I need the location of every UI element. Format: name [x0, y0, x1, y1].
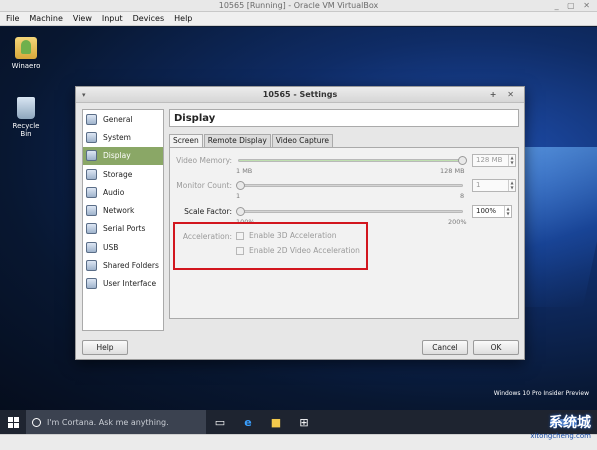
- sidebar-item-display[interactable]: Display: [83, 146, 163, 165]
- monitor-count-label: Monitor Count:: [176, 181, 232, 190]
- scale-factor-slider[interactable]: [238, 210, 463, 213]
- menu-machine[interactable]: Machine: [29, 14, 63, 23]
- highlight-box: [173, 222, 368, 270]
- cortana-search-box[interactable]: I'm Cortana. Ask me anything.: [26, 410, 206, 434]
- settings-sidebar: General System Display Storage Audio Net…: [82, 109, 164, 331]
- store-icon[interactable]: ⊞: [290, 410, 318, 434]
- system-icon: [86, 131, 97, 143]
- section-title: Display: [169, 109, 519, 127]
- sidebar-item-general[interactable]: General: [83, 110, 163, 128]
- user-interface-icon: [86, 278, 97, 290]
- video-memory-knob[interactable]: [458, 156, 467, 165]
- host-window-controls[interactable]: _ ▢ ✕: [555, 0, 593, 12]
- sidebar-item-audio[interactable]: Audio: [83, 183, 163, 201]
- settings-content: Display Screen Remote Display Video Capt…: [169, 109, 519, 331]
- monitor-count-max: 8: [460, 192, 465, 200]
- video-memory-slider[interactable]: [238, 159, 463, 162]
- insider-preview-text: Windows 10 Pro Insider Preview: [494, 390, 589, 397]
- host-menubar: File Machine View Input Devices Help: [0, 12, 597, 26]
- sidebar-item-serial-ports[interactable]: Serial Ports: [83, 220, 163, 238]
- menu-view[interactable]: View: [73, 14, 92, 23]
- start-button[interactable]: [0, 410, 26, 434]
- dialog-window-controls[interactable]: + ✕: [490, 87, 518, 103]
- serial-ports-icon: [86, 223, 97, 235]
- display-icon: [86, 150, 97, 162]
- scale-factor-input[interactable]: 100% ▲ ▼: [472, 205, 512, 218]
- dialog-titlebar: ▾ 10565 - Settings + ✕: [76, 87, 524, 103]
- display-tabs: Screen Remote Display Video Capture: [169, 134, 519, 147]
- ok-button[interactable]: OK: [473, 340, 519, 355]
- task-view-icon[interactable]: ▭: [206, 410, 234, 434]
- general-icon: [86, 113, 97, 125]
- sidebar-item-label: Shared Folders: [103, 261, 159, 271]
- scale-factor-value: 100%: [476, 207, 497, 215]
- spin-arrows-icon[interactable]: ▲ ▼: [508, 180, 515, 191]
- sidebar-item-label: System: [103, 132, 131, 142]
- video-memory-value: 128 MB: [476, 156, 503, 164]
- monitor-count-input[interactable]: 1 ▲ ▼: [472, 179, 516, 192]
- scale-factor-label: Scale Factor:: [184, 207, 232, 216]
- sidebar-item-label: Display: [103, 151, 131, 161]
- file-explorer-icon[interactable]: ■: [262, 410, 290, 434]
- cortana-placeholder: I'm Cortana. Ask me anything.: [47, 417, 169, 427]
- storage-icon: [86, 168, 97, 180]
- tab-screen[interactable]: Screen: [169, 134, 203, 147]
- insider-preview-label: Windows 10 Pro Insider Preview: [493, 390, 589, 397]
- sidebar-item-label: General: [103, 114, 133, 124]
- sidebar-item-shared-folders[interactable]: Shared Folders: [83, 256, 163, 274]
- cortana-ring-icon: [32, 417, 41, 427]
- sidebar-item-usb[interactable]: USB: [83, 238, 163, 256]
- desktop-icon-label: Winaero: [11, 62, 41, 70]
- sidebar-item-storage[interactable]: Storage: [83, 165, 163, 183]
- video-memory-label: Video Memory:: [176, 156, 232, 165]
- host-status-bar: [0, 434, 597, 450]
- sidebar-item-label: USB: [103, 242, 119, 252]
- host-window-title: 10565 [Running] - Oracle VM VirtualBox: [218, 1, 379, 10]
- usb-icon: [86, 241, 97, 253]
- sidebar-item-label: User Interface: [103, 279, 157, 289]
- help-button[interactable]: Help: [82, 340, 128, 355]
- taskbar: I'm Cortana. Ask me anything. ▭ e ■ ⊞: [0, 410, 597, 434]
- spin-arrows-icon[interactable]: ▲ ▼: [504, 206, 511, 217]
- tab-remote-display[interactable]: Remote Display: [203, 134, 271, 147]
- menu-file[interactable]: File: [6, 14, 19, 23]
- recycle-bin-icon: [17, 97, 35, 119]
- menu-devices[interactable]: Devices: [133, 14, 165, 23]
- video-memory-max: 128 MB: [440, 167, 465, 175]
- site-watermark-url: xitongcheng.com: [530, 432, 591, 440]
- shared-folders-icon: [86, 260, 97, 272]
- desktop-icon-recycle-bin[interactable]: Recycle Bin: [6, 97, 46, 138]
- scale-factor-max: 200%: [448, 218, 467, 226]
- network-icon: [86, 205, 97, 217]
- monitor-count-value: 1: [476, 181, 481, 189]
- site-watermark: 系统城: [549, 415, 591, 431]
- sidebar-item-label: Serial Ports: [103, 224, 146, 234]
- monitor-count-min: 1: [236, 192, 241, 200]
- sidebar-item-user-interface[interactable]: User Interface: [83, 275, 163, 293]
- dialog-menu-arrow-icon[interactable]: ▾: [82, 87, 86, 103]
- sidebar-item-label: Network: [103, 206, 135, 216]
- audio-icon: [86, 186, 97, 198]
- monitor-count-slider[interactable]: [238, 184, 463, 187]
- video-memory-min: 1 MB: [236, 167, 253, 175]
- cancel-button[interactable]: Cancel: [422, 340, 468, 355]
- user-folder-icon: [15, 37, 37, 59]
- menu-help[interactable]: Help: [174, 14, 192, 23]
- monitor-count-knob[interactable]: [236, 181, 245, 190]
- video-memory-input[interactable]: 128 MB ▲ ▼: [472, 154, 516, 167]
- scale-factor-knob[interactable]: [236, 207, 245, 216]
- host-window-titlebar: 10565 [Running] - Oracle VM VirtualBox _…: [0, 0, 597, 12]
- windows-logo-icon: [7, 416, 19, 428]
- sidebar-item-label: Audio: [103, 187, 125, 197]
- menu-input[interactable]: Input: [102, 14, 123, 23]
- desktop-icon-label: Recycle Bin: [12, 122, 40, 138]
- sidebar-item-system[interactable]: System: [83, 128, 163, 146]
- sidebar-item-label: Storage: [103, 169, 133, 179]
- tab-video-capture[interactable]: Video Capture: [271, 134, 333, 147]
- desktop-icon-winaero[interactable]: Winaero: [6, 37, 46, 70]
- sidebar-item-network[interactable]: Network: [83, 201, 163, 219]
- edge-browser-icon[interactable]: e: [234, 410, 262, 434]
- dialog-title: 10565 - Settings: [262, 90, 338, 99]
- spin-arrows-icon[interactable]: ▲ ▼: [508, 155, 515, 166]
